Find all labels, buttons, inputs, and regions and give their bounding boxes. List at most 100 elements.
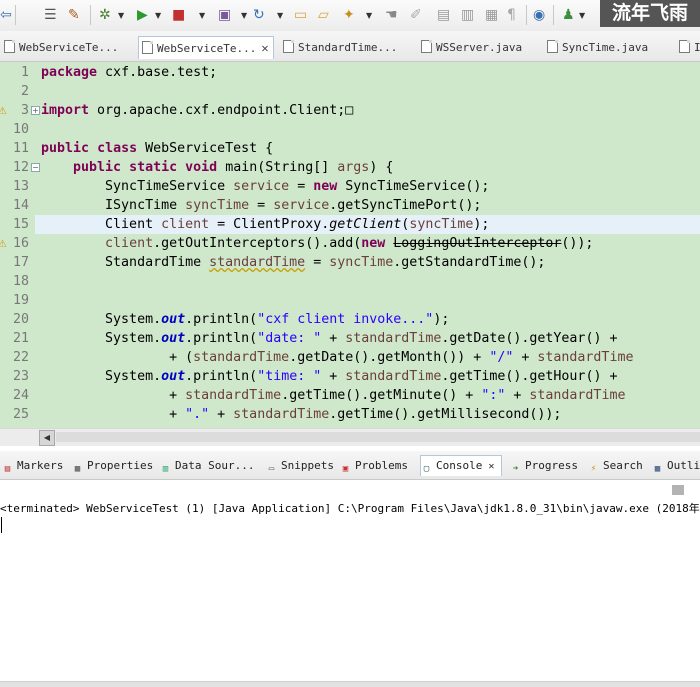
chevron-down-icon[interactable]: ▼ (155, 7, 161, 25)
code-token: void (185, 160, 218, 175)
panel-tab-snippets[interactable]: ▭ Snippets (266, 456, 334, 476)
close-icon[interactable]: ✕ (261, 41, 268, 55)
terminate-icon[interactable] (672, 485, 684, 495)
open-folder-icon[interactable]: ▱ (318, 6, 329, 24)
code-line: StandardTime standardTime = syncTime.get… (41, 253, 545, 272)
code-line: SyncTimeService service = new SyncTimeSe… (41, 177, 489, 196)
person-icon[interactable]: ♟ (562, 6, 575, 24)
console-output[interactable] (0, 518, 700, 680)
panel-tab-properties[interactable]: ▦ Properties (72, 456, 153, 476)
code-token: = (289, 179, 314, 194)
code-token: new (361, 236, 386, 251)
code-token: "." (185, 407, 210, 422)
warning-icon[interactable]: ⚠ (0, 106, 7, 118)
code-line: client.getOutInterceptors().add(new Logg… (41, 234, 593, 253)
code-token: client (161, 217, 210, 232)
code-token: service (233, 179, 290, 194)
code-area[interactable]: package cxf.base.test; import org.apache.… (35, 62, 700, 428)
code-token: package (41, 65, 98, 80)
chevron-down-icon[interactable]: ▼ (199, 7, 205, 25)
code-token: System. (41, 369, 162, 384)
code-token: = (305, 255, 330, 270)
editor-tab[interactable]: SyncTime.java (544, 37, 674, 59)
close-icon[interactable]: ✕ (482, 461, 494, 472)
panel-tab-bar: ▤ Markers ▦ Properties ▥ Data Sour... ▭ Snippet… (0, 451, 700, 480)
globe-icon[interactable]: ◉ (533, 6, 545, 24)
code-line: + standardTime.getTime().getMinute() + "… (41, 386, 625, 405)
scrollbar-thumb[interactable] (56, 432, 700, 442)
code-token: public (73, 160, 122, 175)
code-token: .println( (185, 312, 258, 327)
save-all-icon[interactable]: ☰ (44, 6, 57, 24)
nav-back-icon[interactable]: ⇦ (0, 6, 12, 24)
editor-tab[interactable]: StandardTime... (280, 37, 410, 59)
code-token: + (505, 388, 530, 403)
document-icon[interactable]: ▥ (461, 6, 474, 24)
code-token: out (161, 331, 186, 346)
java-file-icon (4, 40, 15, 53)
code-token: syncTime (185, 198, 250, 213)
new-wizard-icon[interactable]: ▣ (218, 6, 231, 24)
editor-tab-active[interactable]: WebServiceTe... ✕ (138, 36, 274, 59)
code-token: syncTime (409, 217, 474, 232)
toolbar-separator (526, 5, 527, 25)
markers-icon: ▤ (4, 464, 11, 474)
edit-icon[interactable]: ✐ (410, 6, 422, 24)
hand-icon[interactable]: ☚ (385, 6, 398, 24)
editor-tab[interactable]: WSServer.java (418, 37, 543, 59)
code-line: + (standardTime.getDate().getMonth()) + … (41, 348, 633, 367)
panel-tab-problems[interactable]: ▣ Problems (340, 456, 408, 476)
horizontal-scrollbar[interactable]: ◀ (0, 428, 700, 446)
panel-tab-console[interactable]: ▢ Console ✕ (420, 455, 502, 476)
stop-icon[interactable]: ■ (172, 6, 185, 24)
properties-icon[interactable]: ✎ (68, 6, 80, 24)
refresh-icon[interactable]: ↻ (253, 6, 265, 24)
scroll-left-icon[interactable]: ◀ (39, 430, 55, 446)
editor-tab[interactable]: IS (676, 37, 700, 59)
properties-icon: ▦ (74, 464, 81, 474)
chevron-down-icon[interactable]: ▼ (118, 7, 124, 25)
code-token: ); (433, 312, 450, 327)
code-token: "time: " (257, 369, 322, 384)
panel-tab-label: Problems (355, 459, 408, 472)
code-token: SyncTimeService (41, 179, 234, 194)
panel-tab-label: Outli (667, 459, 700, 472)
tool-icon[interactable]: ✦ (343, 6, 355, 24)
panel-tab-data-sour[interactable]: ▥ Data Sour... (160, 456, 255, 476)
chevron-down-icon[interactable]: ▼ (241, 7, 247, 25)
new-folder-icon[interactable]: ▭ (294, 6, 307, 24)
run-icon[interactable]: ▶ (137, 6, 148, 24)
warning-icon[interactable]: ⚠ (0, 239, 7, 251)
panel-tab-label: Properties (87, 459, 154, 472)
editor-tab[interactable]: WebServiceTe... (1, 37, 134, 59)
java-file-icon (421, 40, 432, 53)
document-icon[interactable]: ▦ (485, 6, 498, 24)
java-file-icon (283, 40, 294, 53)
panel-tab-outli[interactable]: ▦ Outli (652, 456, 700, 476)
problems-icon: ▣ (342, 464, 349, 474)
line-number: 22 (12, 350, 29, 365)
paragraph-icon[interactable]: ¶ (507, 6, 516, 24)
console-icon: ▢ (423, 464, 430, 474)
chevron-down-icon[interactable]: ▼ (579, 7, 585, 25)
code-editor[interactable]: 1 2 3 ⚠ +10 11 12−13 14 15 16 ⚠ 17 18 19 20 21 22 23 24 25 … (0, 62, 700, 428)
code-token: "date: " (257, 331, 322, 346)
debug-icon[interactable]: ✲ (99, 6, 111, 24)
code-line: Client client = ClientProxy.getClient(sy… (41, 215, 489, 234)
document-icon[interactable]: ▤ (437, 6, 450, 24)
chevron-down-icon[interactable]: ▼ (366, 7, 372, 25)
editor-tab-bar: WebServiceTe... WebServiceTe... ✕ Standar… (0, 31, 700, 62)
code-token: standardTime (233, 407, 330, 422)
code-token: static (129, 160, 178, 175)
chevron-down-icon[interactable]: ▼ (277, 7, 283, 25)
code-token: standardTime (537, 350, 634, 365)
panel-tab-progress[interactable]: ➜ Progress (510, 456, 578, 476)
panel-tab-search[interactable]: ⚡ Search (588, 456, 643, 476)
code-token: class (97, 141, 138, 156)
toolbar-separator (90, 5, 91, 25)
code-token: + (209, 407, 234, 422)
panel-tab-markers[interactable]: ▤ Markers (2, 456, 64, 476)
code-token: syncTime (329, 255, 394, 270)
